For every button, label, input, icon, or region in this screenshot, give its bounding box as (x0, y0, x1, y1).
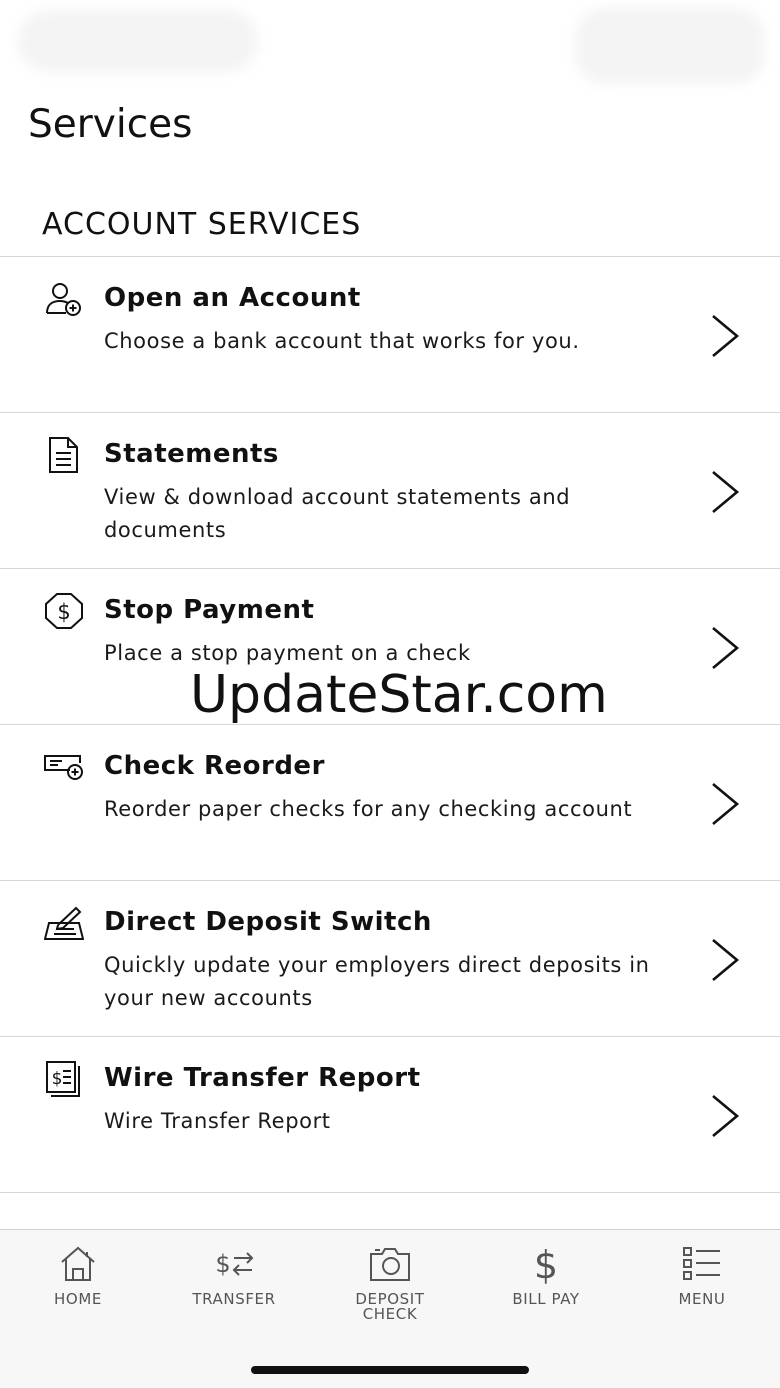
service-title: Open an Account (104, 283, 361, 313)
status-bar-right (575, 8, 765, 84)
camera-icon (370, 1248, 410, 1281)
transfer-icon: $ (215, 1250, 254, 1278)
service-open-account[interactable]: Open an Account Choose a bank account th… (0, 257, 780, 413)
stop-dollar-icon: $ (44, 593, 84, 629)
tab-deposit-check[interactable]: DEPOSIT CHECK (312, 1244, 468, 1354)
service-title: Statements (104, 439, 279, 469)
tab-label: MENU (678, 1290, 726, 1308)
chevron-right-icon (708, 469, 742, 515)
user-add-icon (44, 281, 84, 317)
svg-text:$: $ (52, 1069, 63, 1089)
tab-transfer[interactable]: $ TRANSFER (156, 1244, 312, 1354)
home-indicator (251, 1366, 529, 1374)
dollar-icon: $ (534, 1244, 558, 1284)
service-wire-transfer-report[interactable]: $ Wire Transfer Report Wire Transfer Rep… (0, 1037, 780, 1193)
document-icon (44, 437, 84, 473)
service-title: Stop Payment (104, 595, 315, 625)
service-title: Wire Transfer Report (104, 1063, 421, 1093)
svg-text:$: $ (534, 1244, 558, 1284)
tab-label: HOME (54, 1290, 102, 1308)
svg-text:$: $ (57, 600, 70, 624)
service-description: Quickly update your employers direct dep… (104, 953, 650, 1010)
home-icon (61, 1246, 95, 1281)
service-title: Check Reorder (104, 751, 325, 781)
chevron-right-icon (708, 1093, 742, 1139)
chevron-right-icon (708, 625, 742, 671)
service-description: View & download account statements and d… (104, 485, 571, 542)
service-description: Wire Transfer Report (104, 1109, 331, 1133)
service-description: Choose a bank account that works for you… (104, 329, 580, 353)
service-direct-deposit-switch[interactable]: Direct Deposit Switch Quickly update you… (0, 881, 780, 1037)
watermark: UpdateStar.com (190, 665, 608, 725)
tab-menu[interactable]: MENU (624, 1244, 780, 1354)
tab-label: TRANSFER (192, 1290, 276, 1308)
service-description: Reorder paper checks for any checking ac… (104, 797, 633, 821)
chevron-right-icon (708, 313, 742, 359)
service-statements[interactable]: Statements View & download account state… (0, 413, 780, 569)
signature-icon (44, 905, 84, 941)
section-header: ACCOUNT SERVICES (42, 207, 362, 242)
tab-label: CHECK (362, 1305, 418, 1323)
tab-bill-pay[interactable]: $ BILL PAY (468, 1244, 624, 1354)
service-title: Direct Deposit Switch (104, 907, 432, 937)
tab-label: BILL PAY (512, 1290, 580, 1308)
chevron-right-icon (708, 781, 742, 827)
tab-home[interactable]: HOME (0, 1244, 156, 1354)
status-bar-left (18, 10, 258, 72)
check-add-icon (44, 749, 84, 785)
service-check-reorder[interactable]: Check Reorder Reorder paper checks for a… (0, 725, 780, 881)
bottom-tab-bar: HOME $ TRANSFER DEPOSIT CHECK $ BILL PAY (0, 1229, 780, 1388)
page-title: Services (28, 102, 193, 147)
menu-list-icon (683, 1247, 720, 1280)
chevron-right-icon (708, 937, 742, 983)
wire-report-icon: $ (44, 1061, 84, 1097)
svg-text:$: $ (215, 1250, 230, 1278)
